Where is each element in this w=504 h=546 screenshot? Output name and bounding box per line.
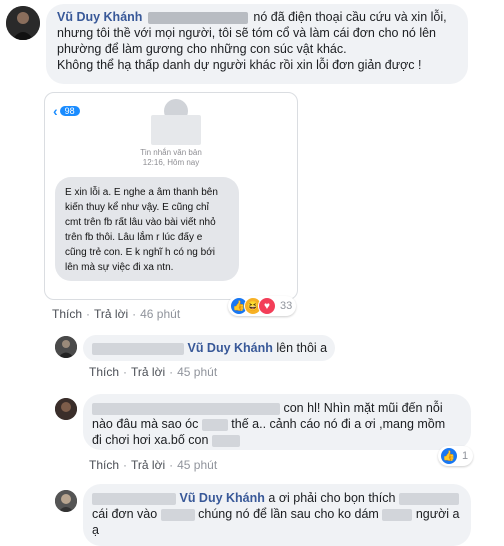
reply-time[interactable]: 45 phút xyxy=(177,458,217,472)
comment-text: Vũ Duy Khánh nó đã điện thoại cầu cứu và… xyxy=(57,9,467,73)
reply-link[interactable]: Trả lời xyxy=(131,365,165,379)
redacted-block xyxy=(201,418,228,431)
comment-time[interactable]: 46 phút xyxy=(140,307,180,321)
reply-author[interactable]: Vũ Duy Khánh xyxy=(179,491,264,505)
reply-line: cái đơn vào xyxy=(92,507,158,521)
reply-line: con hl! Nhìn mặt mũi đến nỗi xyxy=(283,401,443,415)
like-reaction-icon: 👍 xyxy=(440,447,458,465)
reply-link[interactable]: Trả lời xyxy=(94,307,128,321)
attached-image[interactable]: ‹ 98 Tin nhắn văn bản 12:16, Hôm nay E x… xyxy=(44,92,298,300)
redacted-block xyxy=(92,492,176,505)
reply-body: lên thôi a xyxy=(276,341,328,355)
sms-line: cũng trẻ con. E k nghĩ h có ng bới xyxy=(65,247,215,258)
comment-line: nó đã điện thoại cầu cứu và xin lỗi, xyxy=(253,10,447,24)
avatar[interactable] xyxy=(55,398,77,420)
reaction-count: 33 xyxy=(280,300,293,312)
redacted-block xyxy=(147,11,248,24)
reply-line: a ơi phải cho bọn thích xyxy=(268,491,396,505)
redacted-block xyxy=(92,402,280,415)
reply-line: đi chơi hơi xa.bố con xyxy=(92,433,209,447)
like-link[interactable]: Thích xyxy=(52,307,82,321)
redacted-block xyxy=(160,508,195,521)
reply-text: con hl! Nhìn mặt mũi đến nỗi nào đâu mà … xyxy=(92,400,470,448)
redacted-block xyxy=(151,115,201,145)
sms-message-text: E xin lỗi a. E nghe a âm thanh bên kiến … xyxy=(65,185,241,275)
avatar[interactable] xyxy=(55,336,77,358)
reply-actions: Thích · Trả lời · 45 phút xyxy=(89,365,218,379)
sms-line: lên mà sự việc đi xa ntn. xyxy=(65,262,174,273)
sms-header-time: 12:16, Hôm nay xyxy=(142,158,200,167)
comment-line: Không thể hạ thấp danh dự người khác rồi… xyxy=(57,58,422,72)
reply-time[interactable]: 45 phút xyxy=(177,365,217,379)
like-link[interactable]: Thích xyxy=(89,365,119,379)
comment-line: phường để làm gương cho những con súc vậ… xyxy=(57,42,347,56)
reply-line: thế a.. cảnh cáo nó đi a ơi ,mang mồm xyxy=(231,417,446,431)
comment-actions: Thích · Trả lời · 46 phút xyxy=(52,307,181,321)
redacted-block xyxy=(382,508,413,521)
reply-actions: Thích · Trả lời · 45 phút xyxy=(89,458,218,472)
reply-link[interactable]: Trả lời xyxy=(131,458,165,472)
reply-line: nào đâu mà sao óc xyxy=(92,417,199,431)
back-button: ‹ 98 xyxy=(53,103,80,119)
like-count-badge[interactable]: 👍 1 xyxy=(438,446,474,466)
avatar[interactable] xyxy=(6,6,40,40)
sms-line: E xin lỗi a. E nghe a âm thanh bên xyxy=(65,187,218,198)
reply-line: người a xyxy=(415,507,460,521)
sms-header-title: Tin nhắn văn bản xyxy=(140,148,202,157)
sms-line: kiến thuy kể như vậy. E cũng chỉ xyxy=(65,202,209,213)
redacted-block xyxy=(92,342,184,355)
redacted-block xyxy=(398,492,459,505)
reply-line: ạ xyxy=(92,523,99,537)
love-reaction-icon: ♥ xyxy=(258,297,276,315)
like-link[interactable]: Thích xyxy=(89,458,119,472)
back-count-badge: 98 xyxy=(59,106,80,116)
reply-text: Vũ Duy Khánh lên thôi a xyxy=(92,340,327,356)
sms-line: cmt trên fb rất lâu vào bài viết nhỏ xyxy=(65,217,216,228)
comment-line: nhưng tôi thề với mọi người, tôi sẽ tóm … xyxy=(57,26,437,40)
reactions-summary[interactable]: 👍 😆 ♥ 33 xyxy=(228,296,297,316)
reply-line: chúng nó để lần sau cho ko dám xyxy=(198,507,379,521)
comment-author[interactable]: Vũ Duy Khánh xyxy=(57,10,142,24)
avatar[interactable] xyxy=(55,490,77,512)
chevron-left-icon: ‹ xyxy=(53,103,58,119)
like-count: 1 xyxy=(462,450,469,462)
redacted-block xyxy=(211,434,240,447)
reply-author[interactable]: Vũ Duy Khánh xyxy=(187,341,272,355)
sms-line: trên fb thôi. Lâu lắm r lúc đấy e xyxy=(65,232,203,243)
reply-text: Vũ Duy Khánh a ơi phải cho bọn thích cái… xyxy=(92,490,470,538)
